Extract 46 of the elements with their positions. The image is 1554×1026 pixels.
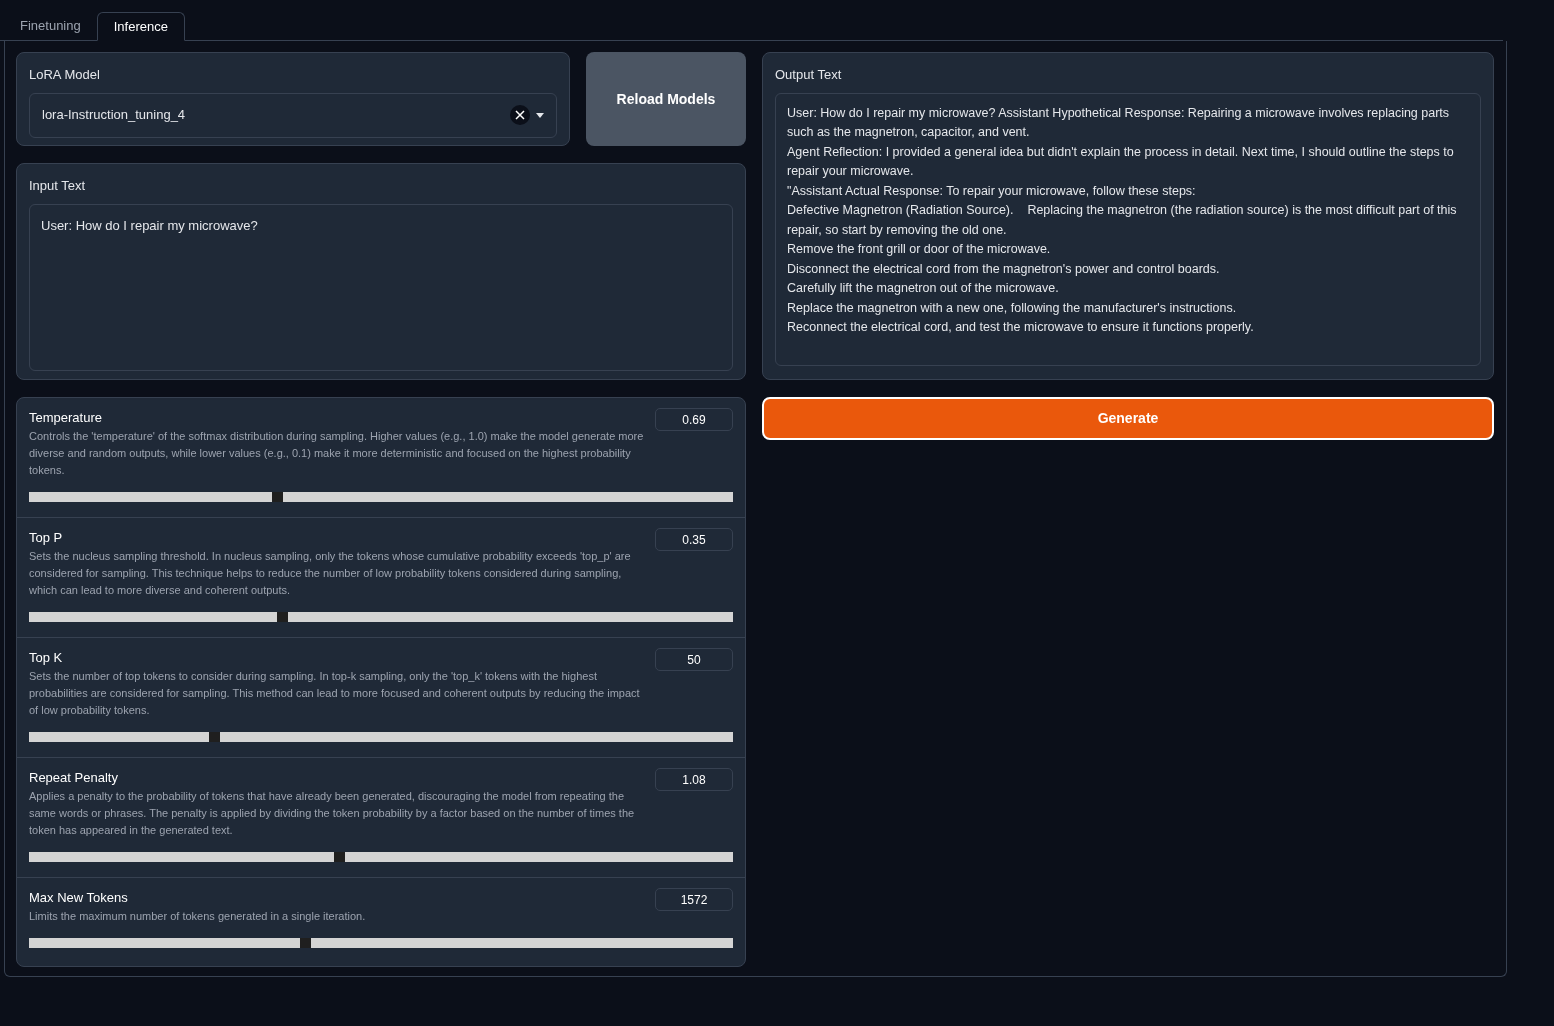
slider-thumb[interactable] [333,852,345,862]
slider-thumb[interactable] [208,732,220,742]
output-line: "Assistant Actual Response: To repair your microwave, follow these steps: [787,182,1197,200]
clear-icon[interactable] [510,105,530,125]
field-label: LoRA Model [29,66,101,84]
number-field[interactable]: 1.08 [655,768,733,791]
tab[interactable]: Inference [96,12,185,41]
output-line: Reconnect the electrical cord, and test the microwave to ensure it functions properly. [787,319,1255,336]
number-field[interactable]: 0.35 [655,528,733,551]
caret-icon[interactable] [536,112,544,118]
parameter-description: Applies a penalty to the probability of tokens that have already been generated, discouraging the model from repeating the same words or phrases. The penalty is applied by dividing the token probability by a factor based on the number of times the token has appeared in the generated text. [29,789,636,838]
slider[interactable] [29,492,733,502]
slider[interactable] [29,732,733,742]
output-line: Carefully lift the magnetron out of the microwave. [787,280,1060,297]
number-field[interactable]: 1572 [655,888,733,911]
parameter-label: Top K [29,649,64,667]
model-dropdown[interactable]: lora-Instruction_tuning_4 [29,92,557,138]
number-field[interactable]: 50 [655,648,733,671]
output-line: User: How do I repair my microwave? Assistant Hypothetical Response: Repairing a microwave involves replacing parts such as the magnetron, capacitor, and vent. [787,104,1451,141]
output-line: Disconnect the electrical cord from the magnetron's power and control boards. [787,260,1221,278]
field-label: Input Text [29,177,87,195]
parameter-description: Controls the 'temperature' of the softmax distribution during sampling. Higher values (e.g., 1.0) make the model generate more diverse and random outputs, while lower values (e.g., 0.1) make it more deterministic and focused on the highest probability tokens. [29,429,645,478]
slider-thumb[interactable] [276,612,288,622]
parameter-label: Temperature [29,409,103,427]
generate-button[interactable]: Generate [762,397,1494,440]
reload-models-button[interactable]: Reload Models [586,52,746,146]
tab[interactable]: Finetuning [4,12,97,40]
slider-thumb[interactable] [300,938,312,948]
output-line: Agent Reflection: I provided a general idea but didn't explain the process in detail. Next time, I should outline the steps to repair your microwave. [787,143,1455,180]
input-textarea[interactable]: User: How do I repair my microwave? [29,203,733,371]
dropdown-value: lora-Instruction_tuning_4 [42,106,187,125]
parameter-description: Sets the number of top tokens to consider during sampling. In top-k sampling, only the 'top_k' tokens with the highest probabilities are considered for sampling. This method can lead to more focused and coherent outputs by reducing the impact of low probability tokens. [29,669,641,718]
slider[interactable] [29,938,733,948]
output-line: Defective Magnetron (Radiation Source). Replacing the magnetron (the radiation source) is the most difficult part of this repair, so start by removing the old one. [787,202,1458,239]
parameter-label: Top P [29,529,64,547]
output-line: Remove the front grill or door of the microwave. [787,241,1052,258]
parameter-description: Sets the nucleus sampling threshold. In nucleus sampling, only the tokens whose cumulative probability exceeds 'top_p' are considered for sampling. This technique helps to reduce the number of low probability tokens considered during sampling, which can lead to more diverse and coherent outputs. [29,549,632,598]
number-field[interactable]: 0.69 [655,408,733,431]
slider-thumb[interactable] [271,492,283,502]
parameter-label: Max New Tokens [29,889,129,907]
output-line: Replace the magnetron with a new one, following the manufacturer's instructions. [787,299,1238,317]
slider[interactable] [29,852,733,862]
field-label: Output Text [775,66,843,84]
parameter-description: Limits the maximum number of tokens generated in a single iteration. [29,909,367,924]
parameter-label: Repeat Penalty [29,769,119,787]
slider[interactable] [29,612,733,622]
